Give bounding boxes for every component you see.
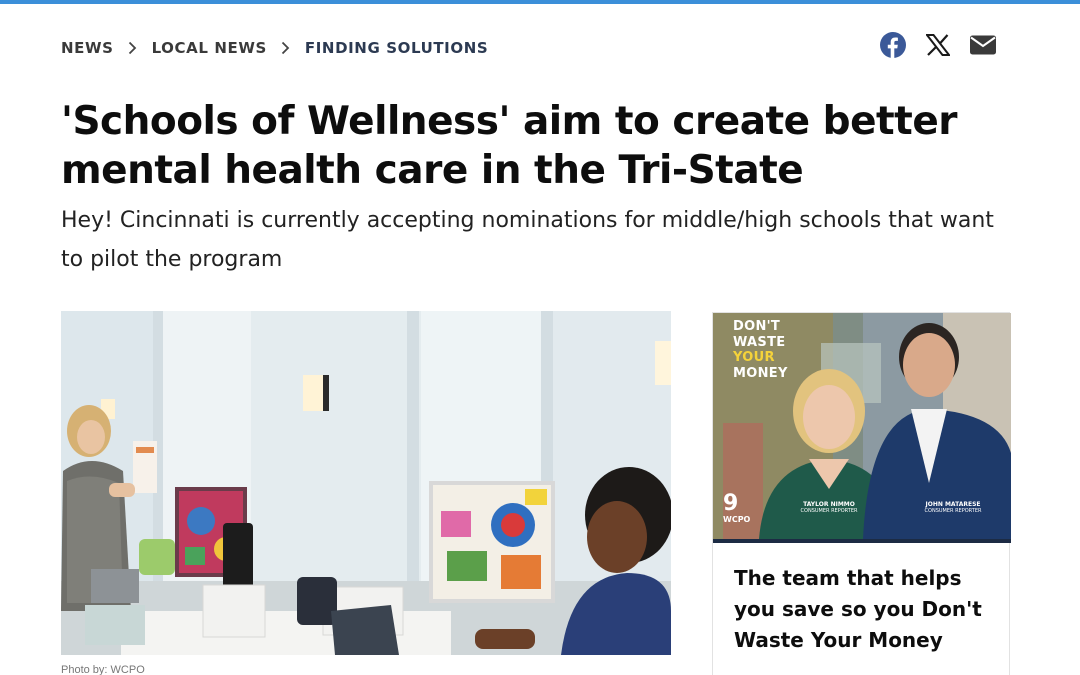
dont-waste-your-money-logo: DON'T WASTE YOUR MONEY <box>733 319 788 381</box>
hero-photo[interactable] <box>61 311 671 655</box>
x-icon <box>926 34 950 56</box>
promo-divider <box>713 539 1011 543</box>
facebook-share-button[interactable] <box>878 30 908 60</box>
email-share-button[interactable] <box>968 30 998 60</box>
breadcrumb-news[interactable]: NEWS <box>61 39 114 57</box>
dont-waste-your-money-promo[interactable]: DON'T WASTE YOUR MONEY TAYLOR NIMMO CONS… <box>712 312 1011 675</box>
chevron-right-icon <box>114 38 152 58</box>
top-accent-bar <box>0 0 1080 4</box>
nameplate-taylor-nimmo: TAYLOR NIMMO CONSUMER REPORTER <box>800 501 858 514</box>
breadcrumb: NEWS LOCAL NEWS FINDING SOLUTIONS <box>61 38 488 58</box>
photo-credit: Photo by: WCPO <box>61 664 145 675</box>
x-share-button[interactable] <box>923 30 953 60</box>
email-icon <box>970 35 996 55</box>
promo-title-link[interactable]: The team that helps you save so you Don'… <box>734 563 994 656</box>
promo-image[interactable]: DON'T WASTE YOUR MONEY TAYLOR NIMMO CONS… <box>713 313 1011 539</box>
facebook-icon <box>880 32 906 58</box>
breadcrumb-local-news[interactable]: LOCAL NEWS <box>152 39 267 57</box>
breadcrumb-finding-solutions[interactable]: FINDING SOLUTIONS <box>305 39 488 57</box>
page-title: 'Schools of Wellness' aim to create bett… <box>61 99 958 193</box>
chevron-right-icon <box>267 38 305 58</box>
nameplate-john-matarese: JOHN MATARESE CONSUMER REPORTER <box>924 501 982 514</box>
article-subheadline: Hey! Cincinnati is currently accepting n… <box>61 208 994 272</box>
wcpo-logo: 9 WCPO <box>723 491 751 525</box>
